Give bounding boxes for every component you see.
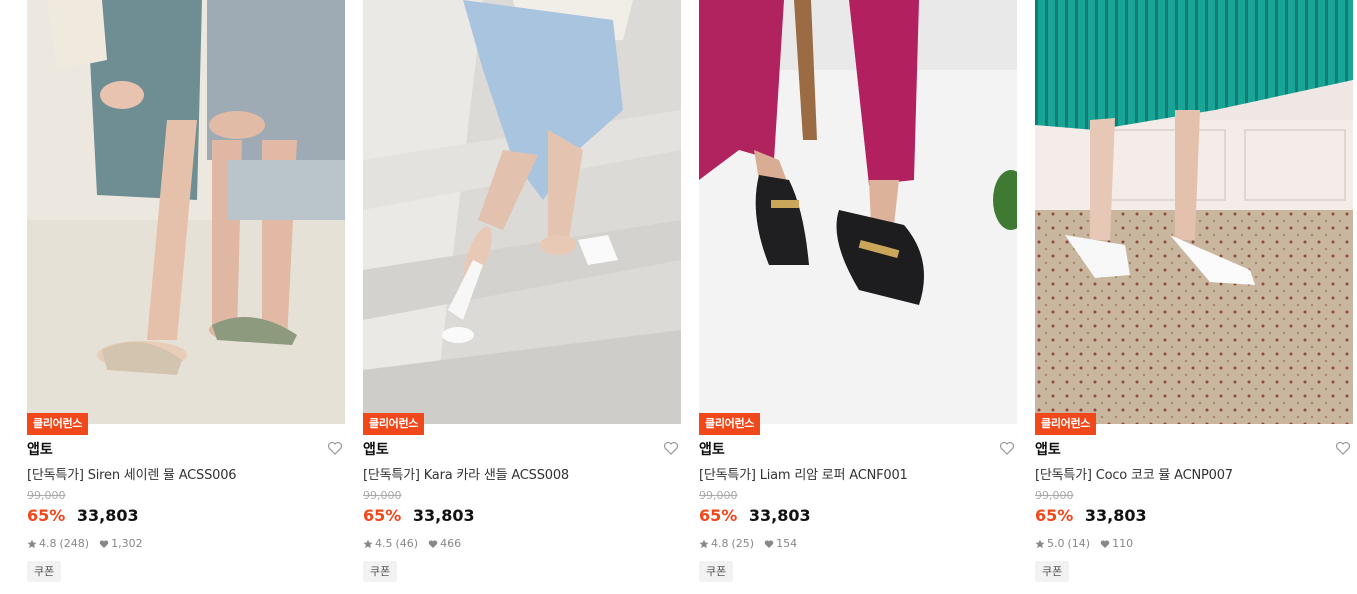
clearance-badge: 클리어런스: [1035, 413, 1097, 435]
coupon-tag: 쿠폰: [699, 561, 734, 582]
original-price: 99,000: [1035, 489, 1074, 502]
product-name[interactable]: [단독특가] Coco 코코 뮬 ACNP007: [1035, 464, 1233, 483]
review-count: (25): [731, 537, 755, 550]
like-count: 466: [440, 537, 462, 550]
coupon-tag: 쿠폰: [27, 561, 62, 582]
rating-value: 4.5: [375, 537, 393, 550]
brand-name[interactable]: 앱토: [699, 439, 725, 459]
product-name[interactable]: [단독특가] Kara 카라 샌들 ACSS008: [363, 464, 569, 483]
product-image[interactable]: [27, 0, 345, 424]
product-stats: 4.5 (46) 466: [363, 537, 461, 550]
product-image[interactable]: [699, 0, 1017, 424]
like-count: 154: [776, 537, 798, 550]
discount-rate: 65%: [27, 506, 66, 525]
rating-value: 4.8: [39, 537, 57, 550]
review-count: (248): [59, 537, 90, 550]
like-count: 110: [1112, 537, 1134, 550]
star-icon: [1035, 539, 1045, 549]
clearance-badge: 클리어런스: [699, 413, 761, 435]
brand-name[interactable]: 앱토: [363, 439, 389, 459]
clearance-badge: 클리어런스: [363, 413, 425, 435]
product-card[interactable]: 클리어런스 앱토 [단독특가] Siren 세이렌 뮬 ACSS006 99,0…: [27, 0, 345, 594]
sale-price: 33,803: [1084, 506, 1147, 525]
discount-rate: 65%: [1035, 506, 1074, 525]
price-row: 65% 33,803: [363, 506, 475, 525]
sale-price: 33,803: [748, 506, 811, 525]
product-stats: 4.8 (248) 1,302: [27, 537, 143, 550]
original-price: 99,000: [699, 489, 738, 502]
original-price: 99,000: [27, 489, 66, 502]
price-row: 65% 33,803: [1035, 506, 1147, 525]
clearance-badge: 클리어런스: [27, 413, 89, 435]
heart-filled-icon: [99, 539, 109, 549]
price-row: 65% 33,803: [699, 506, 811, 525]
product-card[interactable]: 클리어런스 앱토 [단독특가] Coco 코코 뮬 ACNP007 99,000…: [1035, 0, 1353, 594]
wishlist-heart-icon[interactable]: [999, 440, 1015, 456]
brand-name[interactable]: 앱토: [27, 439, 53, 459]
product-stats: 4.8 (25) 154: [699, 537, 797, 550]
sale-price: 33,803: [412, 506, 475, 525]
heart-filled-icon: [764, 539, 774, 549]
like-count: 1,302: [111, 537, 143, 550]
star-icon: [27, 539, 37, 549]
heart-filled-icon: [1100, 539, 1110, 549]
brand-name[interactable]: 앱토: [1035, 439, 1061, 459]
rating-value: 4.8: [711, 537, 729, 550]
product-card[interactable]: 클리어런스 앱토 [단독특가] Kara 카라 샌들 ACSS008 99,00…: [363, 0, 681, 594]
product-card[interactable]: 클리어런스 앱토 [단독특가] Liam 리암 로퍼 ACNF001 99,00…: [699, 0, 1017, 594]
coupon-tag: 쿠폰: [1035, 561, 1070, 582]
star-icon: [699, 539, 709, 549]
original-price: 99,000: [363, 489, 402, 502]
sale-price: 33,803: [76, 506, 139, 525]
rating-value: 5.0: [1047, 537, 1065, 550]
review-count: (46): [395, 537, 419, 550]
product-image[interactable]: [1035, 0, 1353, 424]
product-image[interactable]: [363, 0, 681, 424]
discount-rate: 65%: [699, 506, 738, 525]
wishlist-heart-icon[interactable]: [1335, 440, 1351, 456]
price-row: 65% 33,803: [27, 506, 139, 525]
discount-rate: 65%: [363, 506, 402, 525]
heart-filled-icon: [428, 539, 438, 549]
product-name[interactable]: [단독특가] Siren 세이렌 뮬 ACSS006: [27, 464, 237, 483]
product-stats: 5.0 (14) 110: [1035, 537, 1133, 550]
wishlist-heart-icon[interactable]: [663, 440, 679, 456]
star-icon: [363, 539, 373, 549]
review-count: (14): [1067, 537, 1091, 550]
product-name[interactable]: [단독특가] Liam 리암 로퍼 ACNF001: [699, 464, 908, 483]
product-grid: 클리어런스 앱토 [단독특가] Siren 세이렌 뮬 ACSS006 99,0…: [27, 0, 1357, 594]
wishlist-heart-icon[interactable]: [327, 440, 343, 456]
coupon-tag: 쿠폰: [363, 561, 398, 582]
